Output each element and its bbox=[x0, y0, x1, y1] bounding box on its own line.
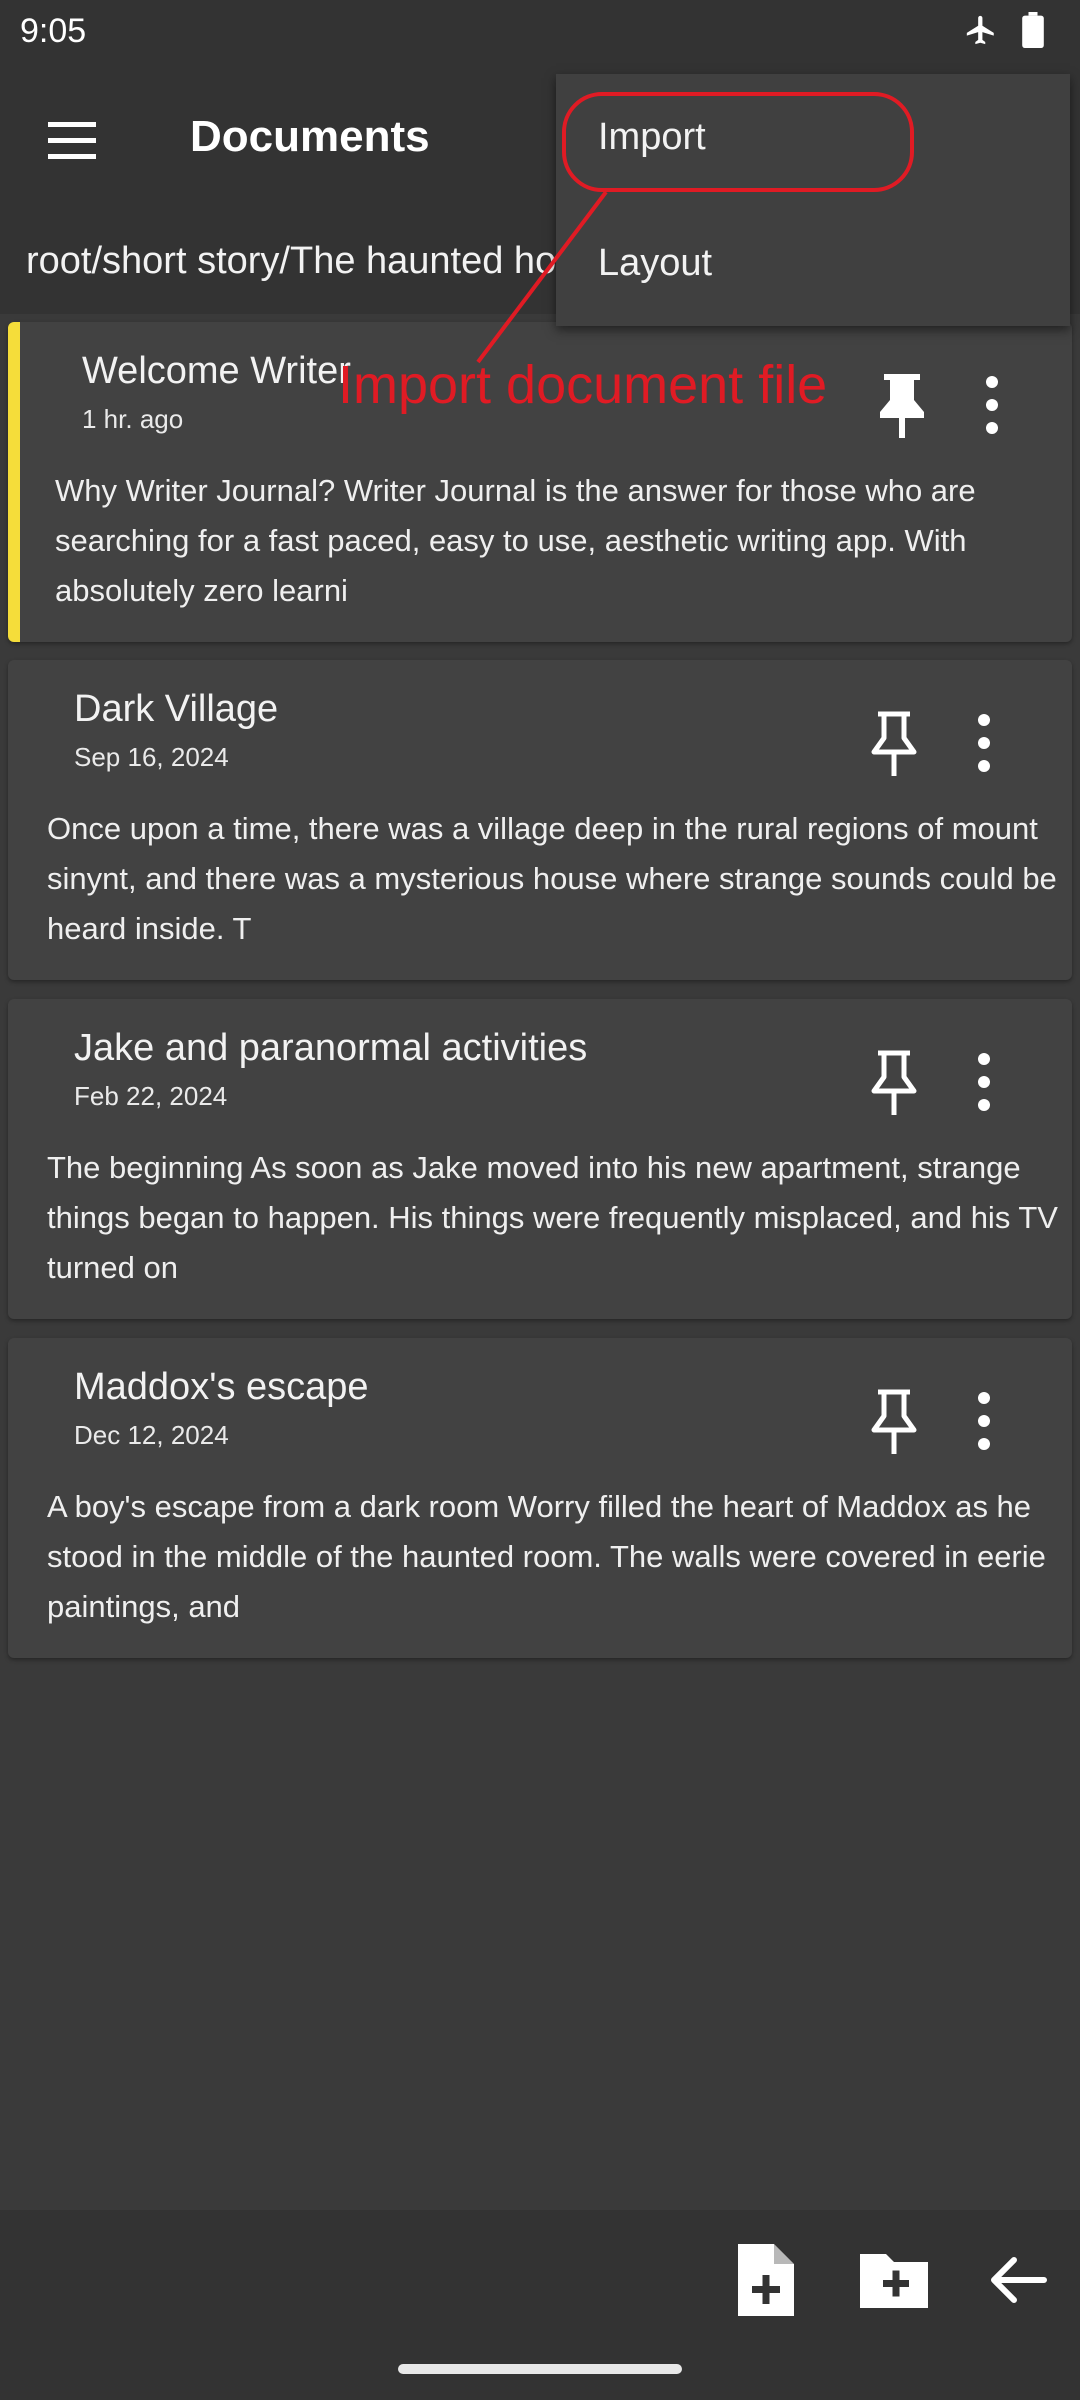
document-card[interactable]: Maddox's escape Dec 12, 2024 A boy's esc… bbox=[8, 1338, 1072, 1658]
pin-icon[interactable] bbox=[864, 708, 924, 778]
document-date: Feb 22, 2024 bbox=[74, 1081, 228, 1111]
pin-icon[interactable] bbox=[864, 1386, 924, 1456]
document-preview: The beginning As soon as Jake moved into… bbox=[47, 1150, 1058, 1285]
document-date: Dec 12, 2024 bbox=[74, 1420, 229, 1450]
document-title: Jake and paranormal activities bbox=[74, 1027, 588, 1069]
document-preview: Once upon a time, there was a village de… bbox=[47, 811, 1057, 946]
new-document-icon[interactable] bbox=[730, 2240, 800, 2320]
more-vert-icon[interactable] bbox=[966, 1049, 1002, 1115]
annotation-label: Import document file bbox=[338, 355, 828, 415]
annotation-pointer-line bbox=[476, 190, 608, 364]
home-indicator[interactable] bbox=[398, 2364, 682, 2374]
document-date: 1 hr. ago bbox=[82, 404, 184, 434]
document-preview: A boy's escape from a dark room Worry fi… bbox=[47, 1489, 1046, 1624]
document-preview: Why Writer Journal? Writer Journal is th… bbox=[55, 473, 976, 608]
pin-icon[interactable] bbox=[864, 1047, 924, 1117]
document-title: Maddox's escape bbox=[74, 1366, 369, 1408]
more-vert-icon[interactable] bbox=[966, 710, 1002, 776]
document-card[interactable]: Dark Village Sep 16, 2024 Once upon a ti… bbox=[8, 660, 1072, 980]
document-title: Dark Village bbox=[74, 688, 279, 730]
document-date: Sep 16, 2024 bbox=[74, 742, 229, 772]
more-vert-icon[interactable] bbox=[966, 1388, 1002, 1454]
document-card[interactable]: Jake and paranormal activities Feb 22, 2… bbox=[8, 999, 1072, 1319]
arrow-back-icon[interactable] bbox=[984, 2240, 1054, 2320]
new-folder-icon[interactable] bbox=[856, 2240, 932, 2320]
